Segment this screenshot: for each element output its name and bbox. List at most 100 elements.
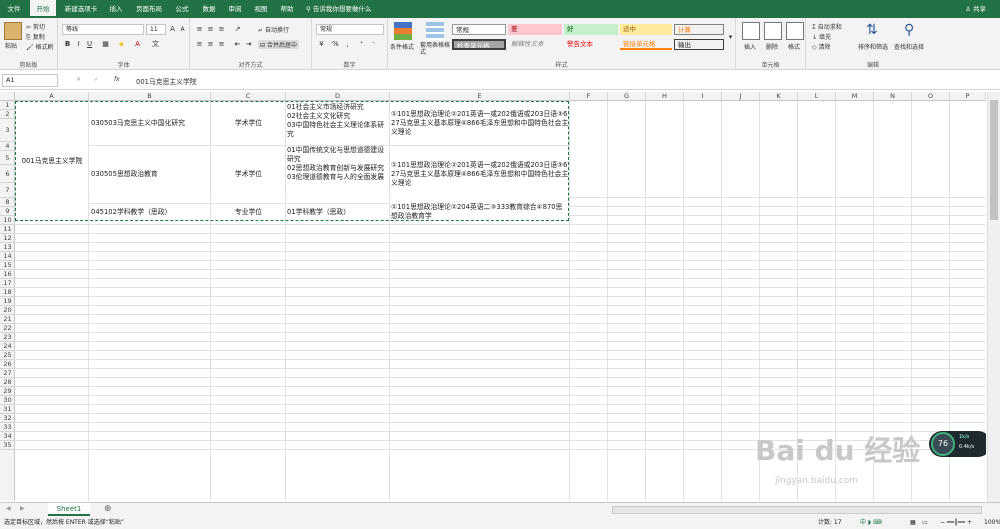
row-header[interactable]: 26 [0,360,15,369]
cut-button[interactable]: ✂ 剪切 [26,22,45,31]
align-left-icon[interactable]: ≡ [194,39,205,50]
tab-insert[interactable]: 插入 [104,0,128,18]
next-sheet-icon[interactable]: ▶ [20,505,25,512]
decrease-decimal-icon[interactable]: ⁻ [368,39,379,50]
align-middle-icon[interactable]: ≡ [205,24,216,35]
find-select-icon[interactable]: ⚲ [904,22,922,40]
row-header[interactable]: 11 [0,225,15,234]
zoom-level[interactable]: 100% [984,516,1000,529]
insert-cells-icon[interactable] [742,22,760,40]
worksheet-grid[interactable]: 001马克思主义学院 030503马克思主义中国化研究 学术学位 01社会主义市… [15,101,986,501]
style-warning[interactable]: 警告文本 [564,39,618,50]
format-table-icon[interactable] [426,22,444,40]
italic-icon[interactable]: I [73,39,84,50]
column-header[interactable]: P [950,92,986,101]
row-header[interactable]: 31 [0,405,15,414]
tab-help[interactable]: 帮助 [276,0,298,18]
align-bottom-icon[interactable]: ≡ [216,24,227,35]
tab-formulas[interactable]: 公式 [170,0,194,18]
row-header[interactable]: 7 [0,183,15,198]
delete-cells-button[interactable]: 删除 [766,42,778,51]
horizontal-scrollbar[interactable] [612,506,982,514]
fill-color-icon[interactable]: ◈ [116,39,127,50]
indent-increase-icon[interactable]: ⇥ [243,39,254,50]
tab-new[interactable]: 新建选项卡 [60,0,102,18]
paste-label[interactable]: 粘贴 [5,41,17,50]
align-top-icon[interactable]: ≡ [194,24,205,35]
comma-icon[interactable]: , [342,39,353,50]
tab-home[interactable]: 开始 [30,0,56,18]
tell-me-box[interactable]: ⚲ 告诉我你想要做什么 [306,0,406,18]
column-header[interactable]: M [836,92,874,101]
column-header[interactable]: O [912,92,950,101]
row-header[interactable]: 27 [0,369,15,378]
increase-decimal-icon[interactable]: ⁺ [356,39,367,50]
network-widget[interactable]: 76 1k/s 0.4k/s [929,431,986,457]
row-header[interactable]: 16 [0,270,15,279]
sheet-tab-sheet1[interactable]: Sheet1 [48,503,90,516]
style-neutral[interactable]: 适中 [620,24,672,35]
column-header[interactable]: L [798,92,836,101]
conditional-format-icon[interactable] [394,22,412,40]
row-header[interactable]: 22 [0,324,15,333]
zoom-slider[interactable]: − ━━┃━━ + [940,516,972,529]
column-header[interactable]: B [89,92,211,101]
sort-filter-icon[interactable]: ⇅ [866,22,884,40]
indent-decrease-icon[interactable]: ⇤ [232,39,243,50]
ime-icon[interactable]: 中 ◗ ⌨ [860,516,882,529]
select-all-corner[interactable] [0,92,15,101]
style-explanatory[interactable]: 解释性文本 [508,39,562,50]
column-header[interactable]: K [760,92,798,101]
clear-button[interactable]: ◇ 清除 [812,42,831,51]
row-header[interactable]: 6 [0,165,15,183]
formula-input[interactable]: 001马克思主义学院 [136,76,197,86]
row-header[interactable]: 8 [0,198,15,207]
style-bad[interactable]: 差 [508,24,562,35]
align-right-icon[interactable]: ≡ [216,39,227,50]
enter-icon[interactable]: ✓ [94,76,99,83]
row-header[interactable]: 20 [0,306,15,315]
column-header[interactable]: E [390,92,570,101]
styles-more-icon[interactable]: ▾ [725,32,736,43]
vertical-scrollbar[interactable] [987,92,1000,502]
bold-icon[interactable]: B [62,39,73,50]
column-header[interactable]: H [646,92,684,101]
share-button[interactable]: ♙ 共享 [965,0,986,18]
row-header[interactable]: 12 [0,234,15,243]
row-header[interactable]: 35 [0,441,15,450]
conditional-format-button[interactable]: 条件格式 [390,42,414,51]
tab-data[interactable]: 数据 [198,0,220,18]
font-name-select[interactable]: 等线 [62,24,144,35]
row-header[interactable]: 30 [0,396,15,405]
row-header[interactable]: 34 [0,432,15,441]
style-linked-cell[interactable]: 链接单元格 [620,39,672,50]
column-header[interactable]: I [684,92,722,101]
tab-view[interactable]: 视图 [250,0,272,18]
delete-cells-icon[interactable] [764,22,782,40]
currency-icon[interactable]: ¥ [316,39,327,50]
add-sheet-icon[interactable]: ⊕ [104,504,112,514]
format-cells-icon[interactable] [786,22,804,40]
column-header[interactable]: J [722,92,760,101]
row-header[interactable]: 17 [0,279,15,288]
insert-cells-button[interactable]: 插入 [744,42,756,51]
find-select-button[interactable]: 查找和选择 [894,42,924,51]
column-header[interactable]: G [608,92,646,101]
style-check-cell[interactable]: 检查单元格 [452,39,506,50]
row-header[interactable]: 15 [0,261,15,270]
name-box[interactable]: A1 [2,74,58,87]
column-header[interactable]: N [874,92,912,101]
cancel-icon[interactable]: ✕ [76,76,81,83]
column-header[interactable]: D [286,92,390,101]
percent-icon[interactable]: % [330,39,341,50]
border-icon[interactable]: ▦ [100,39,111,50]
format-painter-button[interactable]: 🖌 格式刷 [26,42,54,51]
row-header[interactable]: 32 [0,414,15,423]
column-header[interactable]: C [211,92,286,101]
orientation-icon[interactable]: ↗ [232,24,243,35]
paste-icon[interactable] [4,22,22,40]
row-header[interactable]: 9 [0,207,15,216]
autosum-button[interactable]: Σ 自动求和 [812,22,842,31]
page-layout-icon[interactable]: ▭ [922,516,928,529]
merge-center-button[interactable]: ⊟ 合并后居中 [258,40,299,49]
